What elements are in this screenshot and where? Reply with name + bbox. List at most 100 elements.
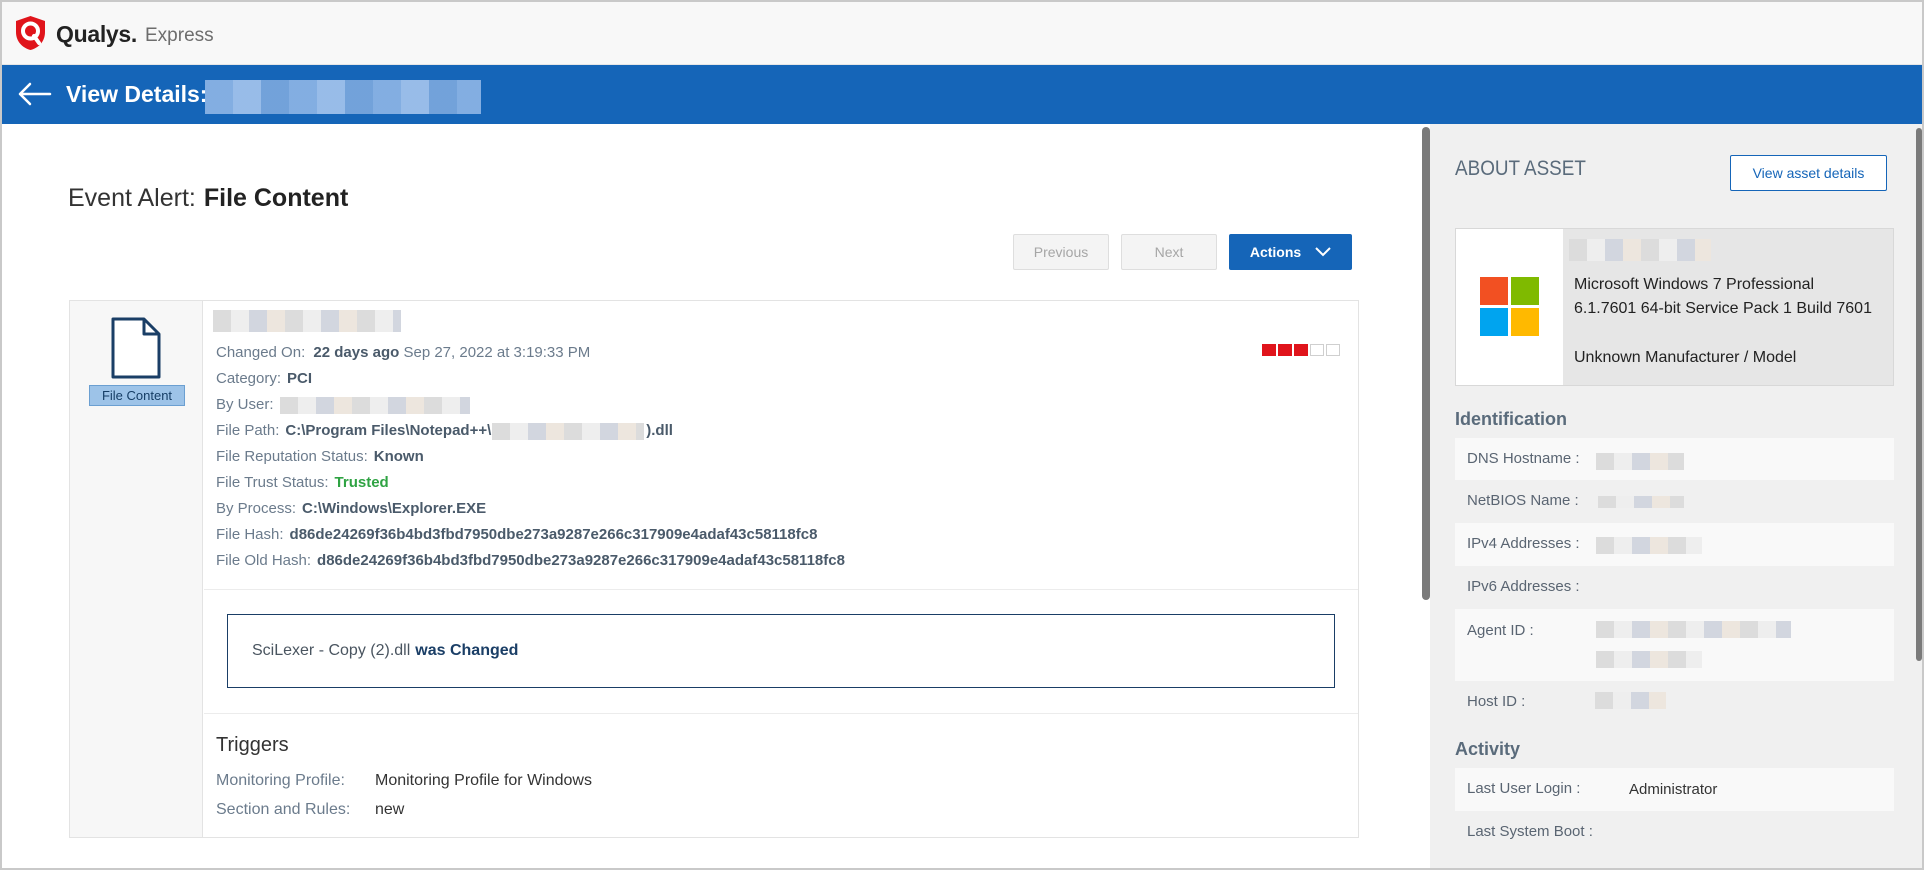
event-title-prefix: Event Alert:: [68, 184, 196, 212]
about-asset-heading: ABOUT ASSET: [1455, 157, 1586, 180]
process-value: C:\Windows\Explorer.EXE: [302, 500, 487, 517]
previous-button[interactable]: Previous: [1013, 234, 1109, 270]
event-type-badge: File Content: [89, 385, 185, 406]
section-rules-label: Section and Rules:: [216, 801, 351, 818]
app-window: Qualys. Express View Details: Event Aler…: [0, 0, 1924, 870]
last-login-value: Administrator: [1629, 781, 1718, 798]
agent-id-label: Agent ID :: [1467, 622, 1534, 639]
qualys-logo-icon: [16, 16, 45, 50]
file-icon: [111, 317, 161, 379]
changed-file-name: SciLexer - Copy (2).dll: [252, 642, 411, 659]
os-name: Microsoft Windows 7 Professional 6.1.760…: [1574, 276, 1872, 317]
page-title: View Details:: [66, 81, 208, 107]
file-path-end: ).dll: [646, 422, 673, 439]
actions-button[interactable]: Actions: [1229, 234, 1352, 270]
brand-bar: Qualys. Express: [2, 2, 1922, 65]
redacted-ipv4: [1596, 537, 1702, 554]
category: Category: PCI: [216, 370, 312, 387]
windows-logo-icon: [1480, 277, 1539, 336]
change-summary: SciLexer - Copy (2).dll was Changed: [227, 614, 1335, 688]
asset-summary-card: Microsoft Windows 7 Professional 6.1.760…: [1455, 228, 1894, 386]
triggers-heading: Triggers: [216, 734, 289, 756]
severity-bar: [1310, 344, 1324, 356]
dns-hostname-row: DNS Hostname :: [1455, 438, 1894, 480]
panel-scrollbar[interactable]: [1916, 128, 1922, 661]
severity-bar: [1294, 344, 1308, 356]
redacted-path: [492, 423, 644, 440]
by-user-label: By User:: [216, 396, 274, 413]
redacted-user: [280, 397, 470, 414]
about-asset-panel: ABOUT ASSET View asset details Microsoft…: [1430, 124, 1922, 868]
actions-label: Actions: [1249, 244, 1302, 260]
brand-name: Qualys.: [56, 21, 137, 47]
redacted-host-id: [1595, 692, 1666, 709]
category-label: Category:: [216, 370, 282, 387]
redacted-filename: [213, 310, 401, 332]
by-process: By Process: C:\Windows\Explorer.EXE: [216, 500, 486, 517]
host-id-label: Host ID :: [1467, 693, 1526, 710]
redacted-agent-id: [1596, 621, 1791, 638]
file-hash: File Hash: d86de24269f36b4bd3fbd7950dbe27…: [216, 526, 817, 543]
event-title: Event Alert: File Content: [68, 184, 348, 213]
netbios-label: NetBIOS Name :: [1467, 492, 1579, 509]
redacted-hostname: [1569, 239, 1711, 261]
divider: [204, 713, 1358, 714]
ipv6-row: IPv6 Addresses :: [1455, 566, 1894, 609]
changed-ago: 22 days ago: [313, 344, 400, 361]
reputation-value: Known: [373, 448, 424, 465]
severity-bar: [1278, 344, 1292, 356]
severity-bar: [1262, 344, 1276, 356]
process-label: By Process:: [216, 500, 297, 517]
ipv4-row: IPv4 Addresses :: [1455, 523, 1894, 566]
monitoring-profile-label: Monitoring Profile:: [216, 772, 345, 789]
file-path-value: C:\Program Files\Notepad++\: [285, 422, 492, 439]
last-boot-row: Last System Boot :: [1455, 811, 1894, 854]
redacted-netbios: [1598, 496, 1684, 508]
ipv4-label: IPv4 Addresses :: [1467, 535, 1580, 552]
old-hash-label: File Old Hash:: [216, 552, 312, 569]
old-hash-value: d86de24269f36b4bd3fbd7950dbe273a9287e266…: [317, 552, 845, 569]
os-logo: [1456, 229, 1563, 385]
redacted-agent-id-2: [1596, 651, 1702, 668]
changed-date: Sep 27, 2022 at 3:19:33 PM: [403, 344, 591, 361]
main-scrollbar[interactable]: [1422, 127, 1430, 600]
identification-heading: Identification: [1455, 409, 1567, 429]
reputation-label: File Reputation Status:: [216, 448, 368, 465]
ipv6-label: IPv6 Addresses :: [1467, 578, 1580, 595]
back-arrow-icon[interactable]: [16, 79, 52, 109]
divider: [204, 589, 1358, 590]
host-id-row: Host ID :: [1455, 681, 1894, 723]
dns-hostname-label: DNS Hostname :: [1467, 450, 1580, 467]
event-type-panel: File Content: [70, 301, 203, 837]
change-action: was Changed: [415, 642, 519, 659]
page-header: View Details:: [2, 65, 1922, 124]
severity-indicator: [1262, 344, 1340, 356]
trust-value: Trusted: [334, 474, 389, 491]
category-value: PCI: [287, 370, 313, 387]
section-rules-value: new: [375, 801, 405, 818]
netbios-row: NetBIOS Name :: [1455, 480, 1894, 523]
next-button[interactable]: Next: [1121, 234, 1217, 270]
last-login-row: Last User Login : Administrator: [1455, 768, 1894, 811]
file-path-label: File Path:: [216, 422, 280, 439]
event-type: File Content: [203, 184, 349, 212]
agent-id-row: Agent ID :: [1455, 609, 1894, 681]
file-trust: File Trust Status: Trusted: [216, 474, 389, 491]
file-reputation: File Reputation Status: Known: [216, 448, 424, 465]
severity-bar: [1326, 344, 1340, 356]
redacted-dns: [1596, 453, 1684, 470]
hash-label: File Hash:: [216, 526, 284, 543]
hash-value: d86de24269f36b4bd3fbd7950dbe273a9287e266…: [289, 526, 818, 543]
activity-heading: Activity: [1455, 739, 1521, 759]
trust-label: File Trust Status:: [216, 474, 329, 491]
view-asset-details-button[interactable]: View asset details: [1730, 155, 1887, 191]
manufacturer: Unknown Manufacturer / Model: [1574, 349, 1797, 366]
last-login-label: Last User Login :: [1467, 780, 1581, 797]
changed-on-label: Changed On:: [216, 344, 306, 361]
chevron-down-icon: [1315, 247, 1331, 257]
last-boot-label: Last System Boot :: [1467, 823, 1593, 840]
brand-product: Express: [145, 25, 214, 46]
by-user: By User:: [216, 396, 274, 413]
file-old-hash: File Old Hash: d86de24269f36b4bd3fbd7950d…: [216, 552, 845, 569]
monitoring-profile-value: Monitoring Profile for Windows: [375, 772, 592, 789]
